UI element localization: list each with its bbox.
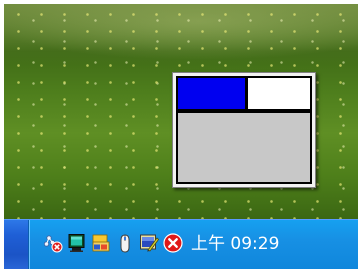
taskbar: 上午 09:29 bbox=[4, 219, 358, 269]
layout-preview-window[interactable] bbox=[172, 72, 316, 188]
tool-icon[interactable] bbox=[139, 233, 160, 253]
clock[interactable]: 上午 09:29 bbox=[191, 233, 279, 255]
desktop[interactable] bbox=[4, 4, 358, 219]
mouse-icon[interactable] bbox=[115, 233, 135, 253]
folder-icon[interactable] bbox=[91, 233, 111, 253]
monitor-icon[interactable] bbox=[67, 233, 87, 253]
layout-preview-frame bbox=[176, 76, 312, 184]
notification-area: 上午 09:29 bbox=[28, 220, 358, 269]
layout-pane-top-left[interactable] bbox=[178, 78, 245, 109]
network-disconnected-icon[interactable] bbox=[43, 233, 63, 253]
layout-pane-bottom[interactable] bbox=[178, 113, 310, 182]
layout-pane-top-right[interactable] bbox=[245, 78, 310, 109]
error-icon[interactable] bbox=[163, 233, 183, 253]
screen: 上午 09:29 bbox=[4, 4, 358, 269]
